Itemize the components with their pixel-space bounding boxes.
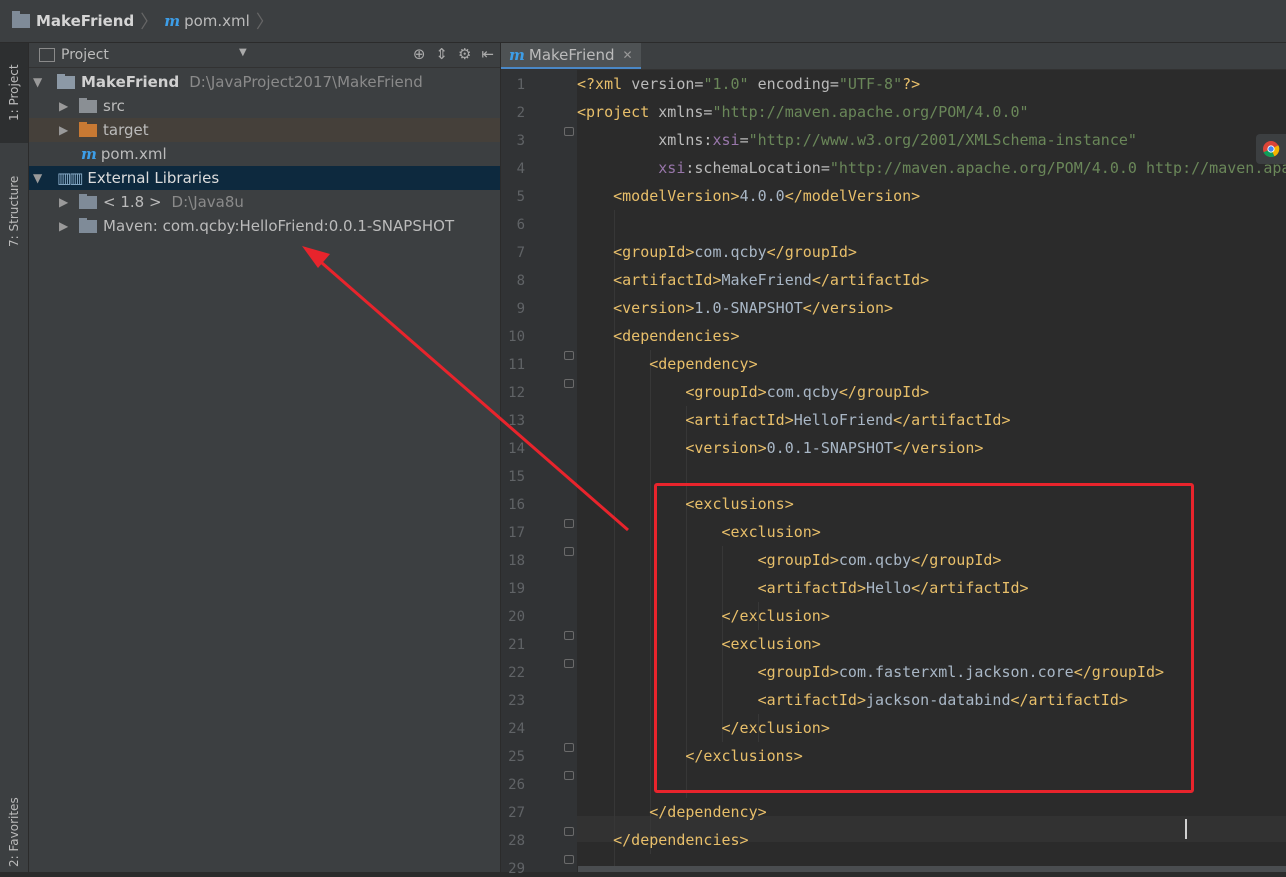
annotation-arrow-icon [302,246,629,532]
